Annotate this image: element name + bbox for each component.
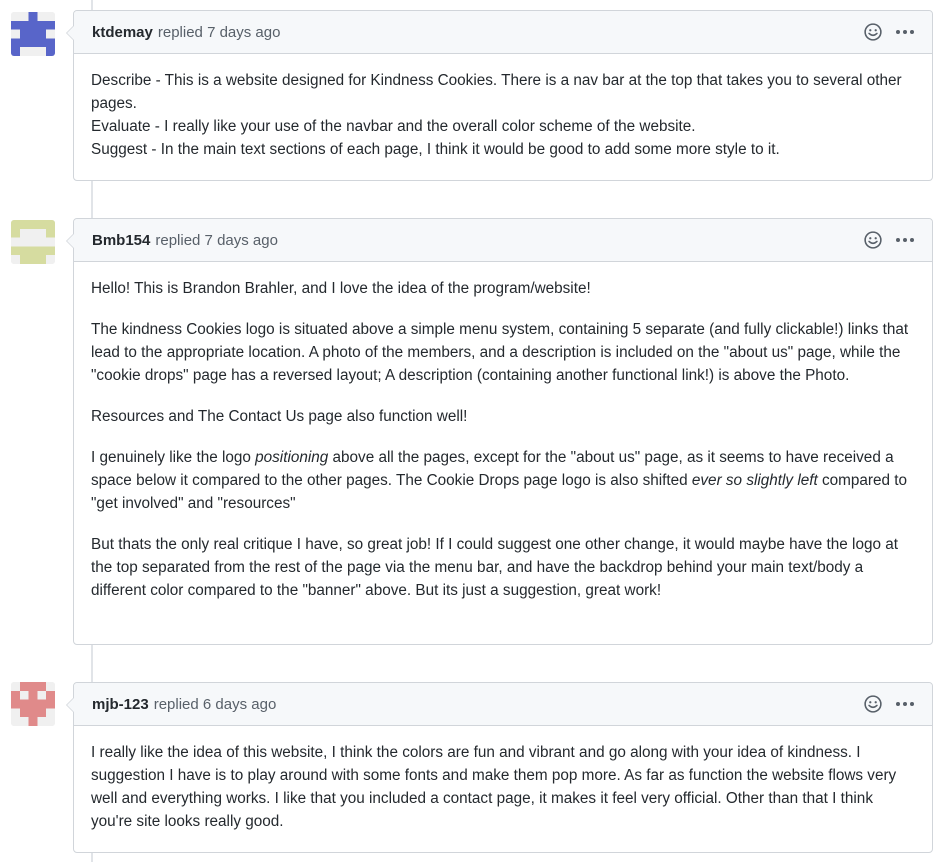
comment-author[interactable]: mjb-123 <box>92 696 149 713</box>
smiley-icon[interactable] <box>864 695 882 713</box>
smiley-icon[interactable] <box>864 23 882 41</box>
comment-body: Describe - This is a website designed fo… <box>74 54 932 173</box>
comment-paragraph: The kindness Cookies logo is situated ab… <box>91 321 909 384</box>
kebab-horizontal-icon[interactable] <box>896 23 914 41</box>
emphasis-text: ever so slightly left <box>691 472 818 489</box>
avatar[interactable] <box>11 12 55 56</box>
comment-timestamp[interactable]: replied 6 days ago <box>154 696 277 713</box>
comment-author[interactable]: Bmb154 <box>92 232 150 249</box>
comment-header: mjb-123 replied 6 days ago <box>74 683 932 726</box>
comment-actions <box>864 231 914 249</box>
comment-box: mjb-123 replied 6 days ago I really like… <box>66 682 933 853</box>
comment-paragraph: I really like the idea of this website, … <box>91 744 897 830</box>
comment-timestamp[interactable]: replied 7 days ago <box>155 232 278 249</box>
comment-box: ktdemay replied 7 days ago Describe - Th… <box>66 10 933 181</box>
comment-timestamp[interactable]: replied 7 days ago <box>158 24 281 41</box>
avatar[interactable] <box>11 682 55 726</box>
comment-box: Bmb154 replied 7 days ago Hello! This is… <box>66 218 933 645</box>
comment-body: Hello! This is Brandon Brahler, and I lo… <box>74 262 932 614</box>
avatar[interactable] <box>11 220 55 264</box>
comment-paragraph: Hello! This is Brandon Brahler, and I lo… <box>91 280 591 297</box>
comment-actions <box>864 695 914 713</box>
comment-line: Describe - This is a website designed fo… <box>91 72 902 112</box>
emphasis-text: positioning <box>255 449 329 466</box>
kebab-horizontal-icon[interactable] <box>896 231 914 249</box>
comment-paragraph: But thats the only real critique I have,… <box>91 536 898 599</box>
comment-body: I really like the idea of this website, … <box>74 726 932 845</box>
kebab-horizontal-icon[interactable] <box>896 695 914 713</box>
comment-header: Bmb154 replied 7 days ago <box>74 219 932 262</box>
smiley-icon[interactable] <box>864 231 882 249</box>
comment-author[interactable]: ktdemay <box>92 24 153 41</box>
comment-line: Suggest - In the main text sections of e… <box>91 141 780 158</box>
comment-paragraph: I genuinely like the logo positioning ab… <box>91 449 908 512</box>
comment-actions <box>864 23 914 41</box>
comment-line: Evaluate - I really like your use of the… <box>91 118 696 135</box>
comment-header: ktdemay replied 7 days ago <box>74 11 932 54</box>
comment-paragraph: Resources and The Contact Us page also f… <box>91 408 468 425</box>
